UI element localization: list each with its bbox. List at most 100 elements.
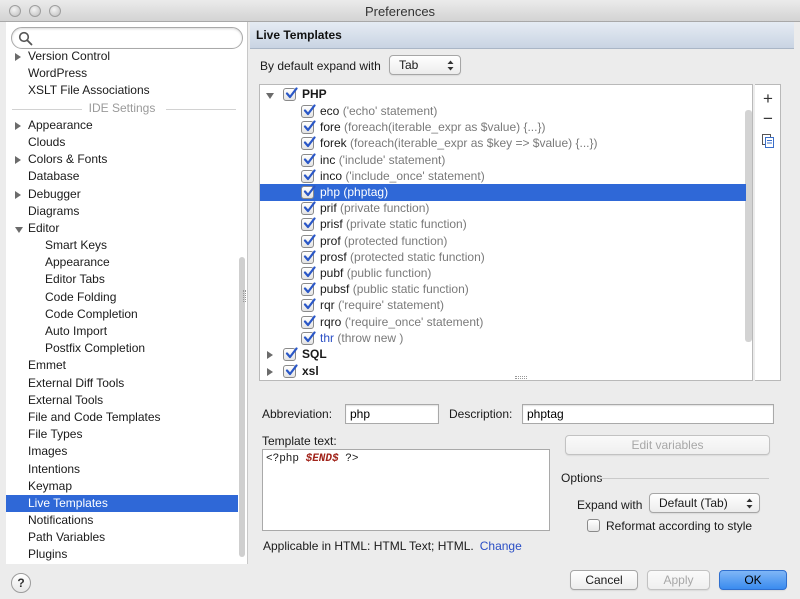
template-entry: eco ('echo' statement) bbox=[320, 103, 437, 120]
edit-variables-button[interactable]: Edit variables bbox=[565, 435, 770, 455]
template-checkbox[interactable] bbox=[301, 185, 316, 199]
sidebar-item[interactable]: Code Folding bbox=[6, 289, 238, 306]
collapsed-arrow-icon[interactable] bbox=[15, 53, 21, 61]
sidebar-item[interactable]: Intentions bbox=[6, 461, 238, 478]
sidebar-item[interactable]: Appearance bbox=[6, 254, 238, 271]
template-abbreviation: thr bbox=[320, 330, 335, 345]
collapsed-arrow-icon[interactable] bbox=[267, 351, 273, 359]
expanded-arrow-icon[interactable] bbox=[266, 93, 274, 99]
sidebar-item[interactable]: Editor bbox=[6, 220, 238, 237]
template-row[interactable]: fore (foreach(iterable_expr as $value) {… bbox=[260, 119, 746, 136]
template-row[interactable]: pubf (public function) bbox=[260, 265, 746, 282]
sidebar-item[interactable]: External Tools bbox=[6, 392, 238, 409]
template-row[interactable]: pubsf (public static function) bbox=[260, 281, 746, 298]
template-checkbox[interactable] bbox=[301, 298, 316, 313]
sidebar-scrollbar[interactable] bbox=[239, 257, 245, 557]
expand-with-select[interactable]: Default (Tab) bbox=[649, 493, 760, 513]
template-checkbox[interactable] bbox=[301, 201, 316, 216]
template-row[interactable]: prisf (private static function) bbox=[260, 216, 746, 233]
template-text-editor[interactable]: <?php $END$ ?> bbox=[262, 449, 550, 531]
template-row[interactable]: thr (throw new ) bbox=[260, 330, 746, 347]
change-context-link[interactable]: Change bbox=[480, 539, 522, 553]
remove-template-button[interactable]: − bbox=[760, 110, 776, 127]
section-divider bbox=[166, 108, 236, 110]
cancel-button[interactable]: Cancel bbox=[570, 570, 638, 590]
apply-button[interactable]: Apply bbox=[647, 570, 710, 590]
sidebar-item[interactable]: Plugins bbox=[6, 546, 238, 563]
sidebar-item[interactable]: Notifications bbox=[6, 512, 238, 529]
add-template-button[interactable]: + bbox=[760, 90, 776, 107]
collapsed-arrow-icon[interactable] bbox=[267, 368, 273, 376]
sidebar-item[interactable]: Database bbox=[6, 168, 238, 185]
reformat-checkbox[interactable] bbox=[587, 519, 600, 532]
template-group-row[interactable]: xsl bbox=[260, 363, 746, 380]
sidebar-item[interactable]: Smart Keys bbox=[6, 237, 238, 254]
templates-scrollbar[interactable] bbox=[745, 110, 752, 342]
template-checkbox[interactable] bbox=[301, 266, 316, 280]
template-checkbox[interactable] bbox=[301, 331, 316, 345]
sidebar-item[interactable]: WordPress bbox=[6, 65, 238, 82]
template-checkbox[interactable] bbox=[301, 136, 316, 151]
ok-button[interactable]: OK bbox=[719, 570, 787, 590]
template-checkbox[interactable] bbox=[301, 169, 316, 183]
default-expand-select[interactable]: Tab bbox=[389, 55, 461, 75]
help-button[interactable]: ? bbox=[11, 573, 31, 593]
sidebar-item[interactable]: Code Completion bbox=[6, 306, 238, 323]
template-checkbox[interactable] bbox=[301, 152, 316, 167]
sidebar-item[interactable]: Editor Tabs bbox=[6, 271, 238, 288]
collapsed-arrow-icon[interactable] bbox=[15, 121, 21, 130]
template-checkbox[interactable] bbox=[301, 120, 316, 135]
sidebar-item[interactable]: External Diff Tools bbox=[6, 375, 238, 392]
sidebar-item[interactable]: XSLT File Associations bbox=[6, 82, 238, 99]
template-checkbox[interactable] bbox=[301, 233, 316, 248]
template-row[interactable]: inco ('include_once' statement) bbox=[260, 168, 746, 185]
sidebar-item[interactable]: Auto Import bbox=[6, 323, 238, 340]
group-checkbox[interactable] bbox=[283, 347, 298, 361]
splitter-handle[interactable] bbox=[243, 290, 246, 302]
sidebar-item-label: Diagrams bbox=[28, 203, 80, 218]
sidebar-item[interactable]: Emmet bbox=[6, 357, 238, 374]
description-input[interactable] bbox=[522, 404, 774, 424]
sidebar-item[interactable]: Diagrams bbox=[6, 203, 238, 220]
sidebar-item[interactable]: Images bbox=[6, 443, 238, 460]
expanded-arrow-icon[interactable] bbox=[15, 226, 23, 233]
sidebar-item[interactable]: Postfix Completion bbox=[6, 340, 238, 357]
template-group-row[interactable]: PHP bbox=[260, 86, 746, 103]
sidebar-item[interactable]: Debugger bbox=[6, 186, 238, 203]
template-row[interactable]: prosf (protected static function) bbox=[260, 249, 746, 266]
template-group-row[interactable]: SQL bbox=[260, 346, 746, 363]
template-row[interactable]: eco ('echo' statement) bbox=[260, 103, 746, 120]
template-row[interactable]: rqr ('require' statement) bbox=[260, 297, 746, 314]
template-row[interactable]: prif (private function) bbox=[260, 200, 746, 217]
template-checkbox[interactable] bbox=[301, 104, 316, 118]
sidebar-item[interactable]: Keymap bbox=[6, 478, 238, 495]
search-input[interactable] bbox=[36, 30, 236, 46]
sidebar-item[interactable]: Clouds bbox=[6, 134, 238, 151]
sidebar-item[interactable]: Version Control bbox=[6, 48, 238, 65]
group-checkbox[interactable] bbox=[283, 87, 298, 101]
template-row[interactable]: php (phptag) bbox=[260, 184, 746, 201]
sidebar-section-header: IDE Settings bbox=[6, 100, 238, 117]
template-checkbox[interactable] bbox=[301, 314, 316, 329]
template-row[interactable]: prof (protected function) bbox=[260, 233, 746, 250]
sidebar-item[interactable]: Path Variables bbox=[6, 529, 238, 546]
sidebar-item[interactable]: Appearance bbox=[6, 117, 238, 134]
sidebar-item[interactable]: Colors & Fonts bbox=[6, 151, 238, 168]
sidebar-item[interactable]: Live Templates bbox=[6, 494, 238, 513]
collapsed-arrow-icon[interactable] bbox=[15, 190, 21, 199]
template-row[interactable]: inc ('include' statement) bbox=[260, 152, 746, 169]
abbreviation-input[interactable] bbox=[345, 404, 439, 424]
search-icon bbox=[18, 31, 33, 46]
template-row[interactable]: forek (foreach(iterable_expr as $key => … bbox=[260, 135, 746, 152]
template-checkbox[interactable] bbox=[301, 217, 316, 232]
applicable-context: Applicable in HTML: HTML Text; HTML. Chan… bbox=[263, 539, 522, 553]
sidebar-item[interactable]: File Types bbox=[6, 426, 238, 443]
template-checkbox[interactable] bbox=[301, 282, 316, 297]
copy-icon[interactable] bbox=[760, 133, 776, 149]
template-row[interactable]: rqro ('require_once' statement) bbox=[260, 314, 746, 331]
search-box[interactable] bbox=[11, 27, 243, 49]
template-checkbox[interactable] bbox=[301, 250, 316, 264]
collapsed-arrow-icon[interactable] bbox=[15, 156, 21, 165]
sidebar-item[interactable]: File and Code Templates bbox=[6, 409, 238, 426]
group-checkbox[interactable] bbox=[283, 364, 298, 378]
